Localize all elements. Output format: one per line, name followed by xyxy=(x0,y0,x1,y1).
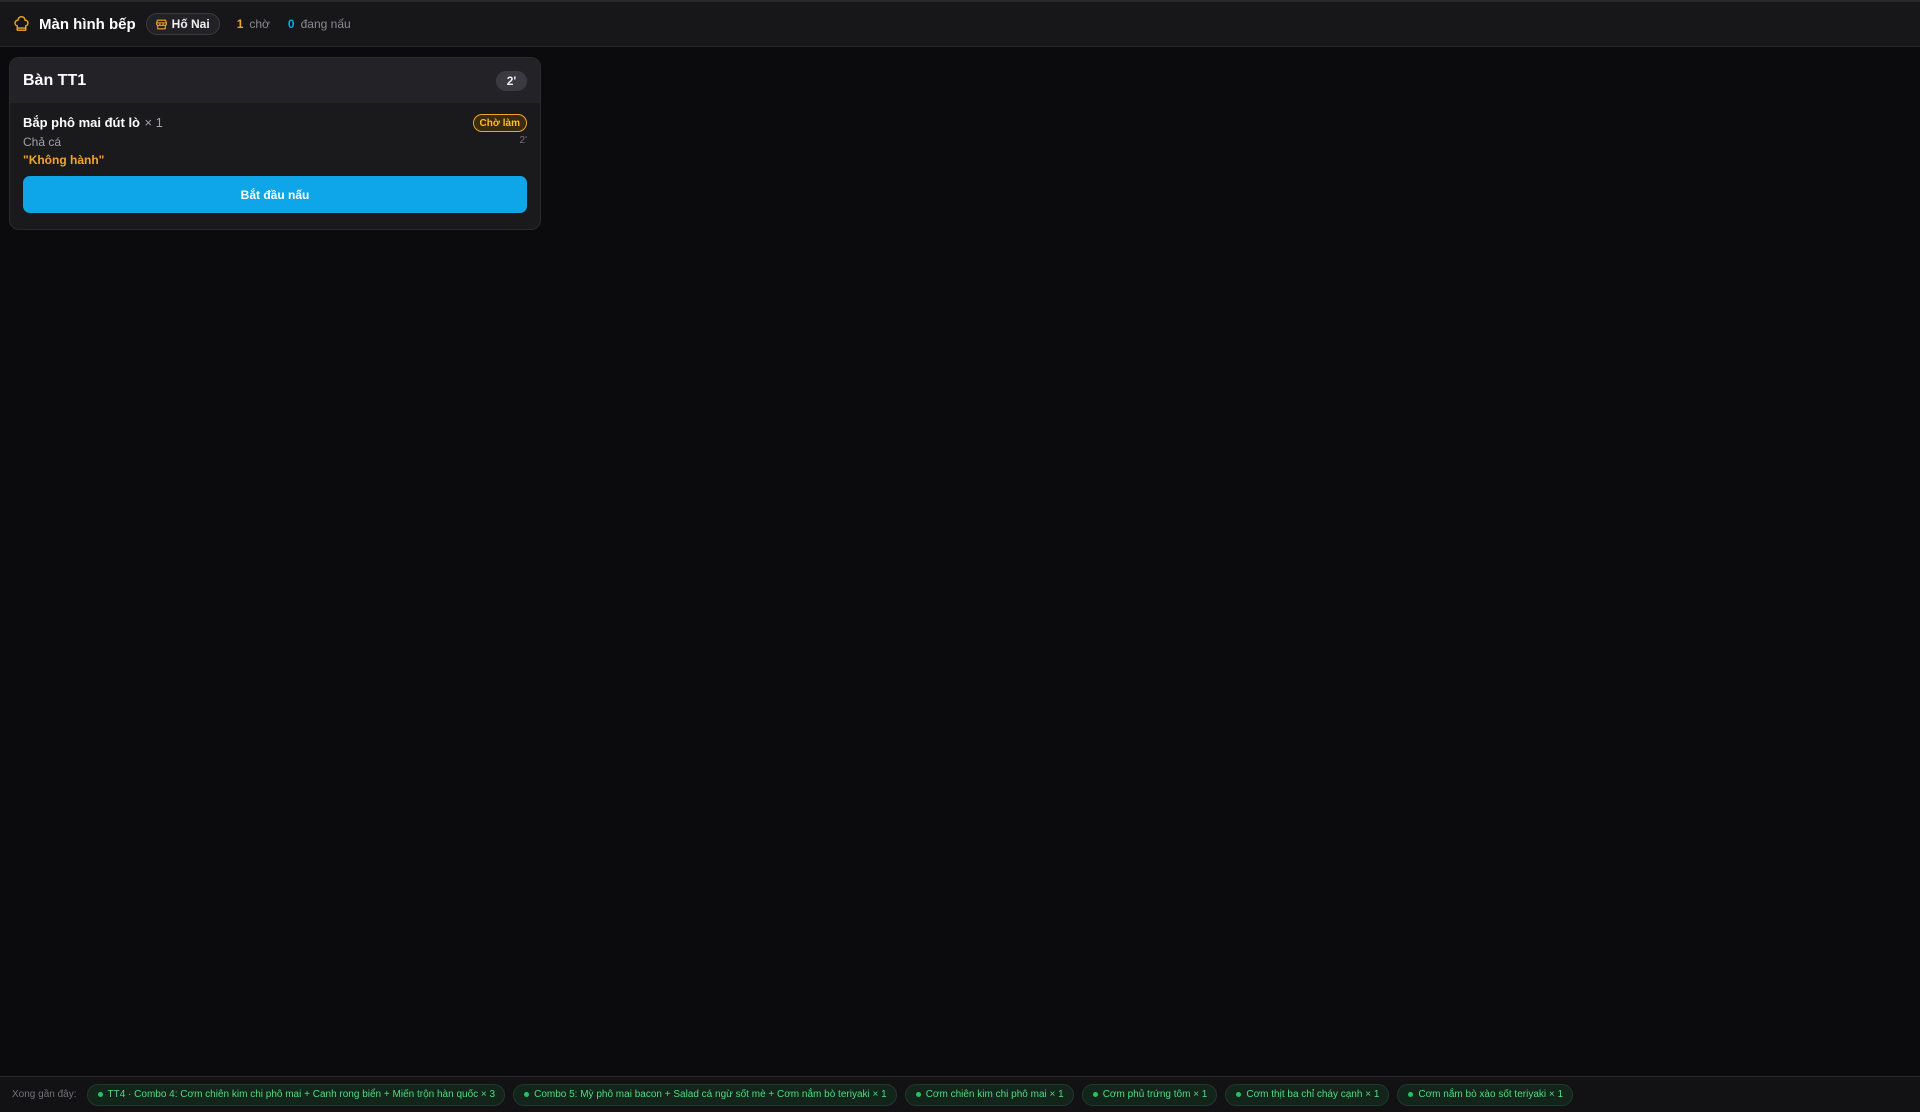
cooking-label: đang nấu xyxy=(300,17,351,31)
item-quantity: × 1 xyxy=(144,115,163,130)
recent-item-label: TT4 · Combo 4: Cơm chiên kim chi phô mai… xyxy=(107,1089,496,1100)
recent-item-label: Cơm chiên kim chi phô mai × 1 xyxy=(925,1089,1064,1100)
dot-icon xyxy=(97,1092,103,1097)
item-name: Bắp phô mai đút lò xyxy=(23,115,140,130)
item-title: Bắp phô mai đút lò × 1 xyxy=(23,114,163,132)
recent-item[interactable]: Cơm thịt ba chỉ cháy cạnh × 1 xyxy=(1225,1083,1390,1106)
store-name: Hố Nai xyxy=(171,17,210,31)
start-cooking-button[interactable]: Bắt đầu nấu xyxy=(23,176,527,213)
top-bar: Màn hình bếp Hố Nai 1 chờ 0 đang nấu xyxy=(0,0,1920,47)
waiting-label: chờ xyxy=(249,17,270,31)
cooking-count: 0 xyxy=(287,17,295,31)
recent-bar: Xong gần đây: TT4 · Combo 4: Cơm chiên k… xyxy=(0,1076,1920,1112)
recent-item-label: Cơm phủ trứng tôm × 1 xyxy=(1102,1089,1208,1100)
recent-label: Xong gần đây: xyxy=(12,1089,77,1100)
recent-item-label: Cơm thịt ba chỉ cháy cạnh × 1 xyxy=(1246,1089,1380,1100)
order-item: Bắp phô mai đút lò × 1 Chờ làm Chả cá 2'… xyxy=(10,103,540,167)
recent-item-label: Combo 5: Mỳ phô mai bacon + Salad cá ngừ… xyxy=(534,1089,887,1100)
order-ticket: Bàn TT1 2' Bắp phô mai đút lò × 1 Chờ là… xyxy=(9,57,541,230)
recent-item-label: Cơm nắm bò xào sốt teriyaki × 1 xyxy=(1418,1089,1564,1100)
status-badge: Chờ làm xyxy=(472,114,527,132)
store-selector[interactable]: Hố Nai xyxy=(145,13,220,35)
recent-item[interactable]: Combo 5: Mỳ phô mai bacon + Salad cá ngừ… xyxy=(513,1083,897,1106)
recent-item[interactable]: Cơm chiên kim chi phô mai × 1 xyxy=(904,1083,1074,1106)
dot-icon xyxy=(1408,1092,1414,1097)
item-note: "Không hành" xyxy=(23,153,105,167)
dot-icon xyxy=(1236,1092,1242,1097)
chef-hat-icon xyxy=(13,15,30,33)
ticket-header: Bàn TT1 2' xyxy=(10,58,540,103)
recent-item[interactable]: Cơm nắm bò xào sốt teriyaki × 1 xyxy=(1397,1083,1574,1106)
item-elapsed: 2' xyxy=(519,135,527,146)
recent-item[interactable]: Cơm phủ trứng tôm × 1 xyxy=(1081,1083,1218,1106)
recent-item[interactable]: TT4 · Combo 4: Cơm chiên kim chi phô mai… xyxy=(86,1083,506,1106)
dot-icon xyxy=(524,1092,530,1097)
page-title: Màn hình bếp xyxy=(39,15,136,33)
elapsed-badge: 2' xyxy=(496,70,527,91)
store-icon xyxy=(155,18,168,31)
table-name: Bàn TT1 xyxy=(23,71,87,89)
item-variant: Chả cá xyxy=(23,135,62,149)
dot-icon xyxy=(915,1092,921,1097)
waiting-count: 1 xyxy=(236,17,244,31)
dot-icon xyxy=(1092,1092,1098,1097)
